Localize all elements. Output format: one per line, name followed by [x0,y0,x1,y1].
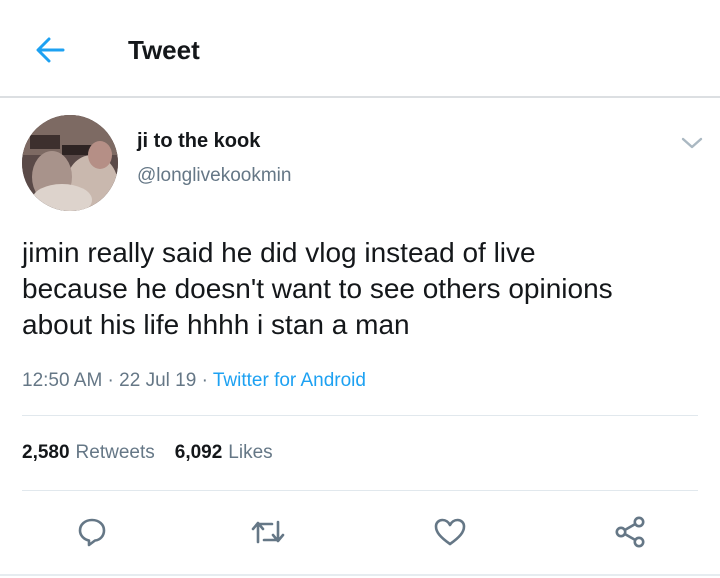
retweets-count: 2,580 [22,442,70,463]
retweet-button[interactable] [248,512,288,552]
tweet-time: 12:50 AM [22,370,103,391]
back-button[interactable] [30,32,70,68]
display-name[interactable]: ji to the kook [137,129,260,153]
more-options-button[interactable] [680,134,704,152]
retweet-icon [251,520,285,544]
share-icon [615,516,645,548]
header: Tweet [0,0,720,98]
page-title: Tweet [128,35,200,65]
likes-count: 6,092 [174,442,223,463]
reply-button[interactable] [72,512,112,552]
tweet-stats: 2,580 Retweets 6,092 Likes [22,440,273,466]
chevron-down-icon [681,137,703,149]
share-button[interactable] [610,512,650,552]
meta-separator: · [102,370,120,391]
arrow-left-icon [36,37,65,63]
tweet-date: 22 Jul 19 [119,370,197,391]
like-button[interactable] [430,512,470,552]
bottom-divider [0,574,720,576]
meta-separator: · [196,370,213,391]
likes-stat[interactable]: 6,092 Likes [175,440,273,466]
avatar-image [22,115,118,211]
tweet-text: jimin really said he did vlog instead of… [22,237,613,340]
tweet-page: Tweet ji to the kook @longlivekookmin ji… [0,0,720,578]
reply-icon [78,518,106,547]
tweet-meta: 12:50 AM · 22 Jul 19 · Twitter for Andro… [22,368,366,394]
avatar[interactable] [22,115,118,211]
retweets-label: Retweets [75,442,155,463]
tweet-source-link[interactable]: Twitter for Android [213,370,366,391]
divider [22,415,698,416]
retweets-stat[interactable]: 2,580 Retweets [22,440,155,466]
likes-label: Likes [228,442,273,463]
like-icon [434,518,466,546]
user-handle[interactable]: @longlivekookmin [137,164,291,188]
divider [22,490,698,491]
